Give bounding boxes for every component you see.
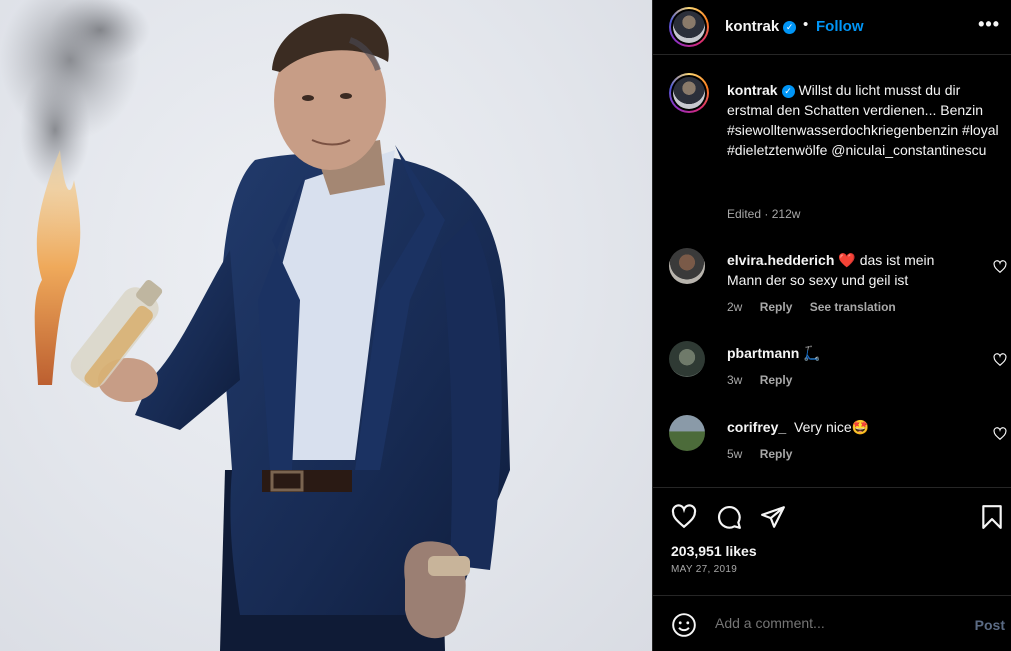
like-heart-icon[interactable] — [671, 504, 697, 530]
comment-age: 5w — [727, 447, 743, 461]
follow-button[interactable]: Follow — [816, 18, 864, 35]
caption-meta: Edited · 212w — [727, 207, 800, 221]
heart-emoji: ❤️ — [838, 252, 856, 268]
post-actions: 203,951 likes MAY 27, 2019 — [653, 487, 1011, 595]
scooter-emoji: 🛴 — [803, 345, 821, 361]
commenter-username[interactable]: elvira.hedderich — [727, 252, 834, 268]
post-date: MAY 27, 2019 — [671, 564, 738, 575]
comment-composer: Post — [653, 595, 1011, 651]
edited-label: Edited — [727, 207, 762, 221]
verified-icon: ✓ — [781, 85, 795, 98]
heart-icon[interactable] — [993, 353, 1007, 367]
comment-age: 3w — [727, 373, 743, 387]
photo-illustration — [0, 0, 510, 651]
comment-age: 2w — [727, 300, 743, 314]
caption-username[interactable]: kontrak — [727, 82, 778, 98]
post-photo[interactable] — [0, 0, 652, 651]
comment-meta: 3w Reply — [727, 373, 806, 387]
comment-body: Very nice🤩 — [794, 419, 870, 435]
verified-icon: ✓ — [783, 21, 797, 34]
comment-input[interactable] — [715, 615, 955, 631]
heart-icon[interactable] — [993, 260, 1007, 274]
post-side-panel: kontrak ✓ • Follow ••• kontrak ✓ Willst du… — [652, 0, 1011, 651]
comment-meta: 2w Reply See translation — [727, 300, 910, 314]
comment-text: pbartmann 🛴 — [727, 343, 972, 363]
reply-button[interactable]: Reply — [760, 447, 793, 461]
reply-button[interactable]: Reply — [760, 300, 793, 314]
share-icon[interactable] — [760, 504, 786, 530]
caption-avatar[interactable] — [669, 73, 709, 113]
comment-icon[interactable] — [716, 504, 742, 530]
separator-dot: • — [803, 16, 809, 33]
save-icon[interactable] — [979, 504, 1005, 530]
caption-age[interactable]: 212w — [772, 207, 801, 221]
more-icon[interactable]: ••• — [978, 14, 1000, 35]
see-translation-button[interactable]: See translation — [810, 300, 896, 314]
comment-text: corifrey_ Very nice🤩 — [727, 417, 972, 437]
comment-meta: 5w Reply — [727, 447, 806, 461]
post-header: kontrak ✓ • Follow ••• — [653, 0, 1011, 55]
comment-text: elvira.hedderich ❤️ das ist mein Mann der… — [727, 250, 972, 290]
meta-separator: · — [764, 207, 769, 221]
like-count[interactable]: 203,951 likes — [671, 543, 757, 559]
author-username[interactable]: kontrak ✓ — [725, 18, 797, 35]
post-comment-button[interactable]: Post — [975, 617, 1005, 633]
heart-icon[interactable] — [993, 427, 1007, 441]
commenter-avatar[interactable] — [669, 415, 705, 451]
commenter-username[interactable]: corifrey_ — [727, 419, 786, 435]
caption-text: kontrak ✓ Willst du licht musst du dir er… — [727, 80, 1002, 160]
commenter-avatar[interactable] — [669, 341, 705, 377]
emoji-icon[interactable] — [671, 612, 697, 638]
commenter-avatar[interactable] — [669, 248, 705, 284]
commenter-username[interactable]: pbartmann — [727, 345, 799, 361]
author-avatar[interactable] — [669, 7, 709, 47]
reply-button[interactable]: Reply — [760, 373, 793, 387]
